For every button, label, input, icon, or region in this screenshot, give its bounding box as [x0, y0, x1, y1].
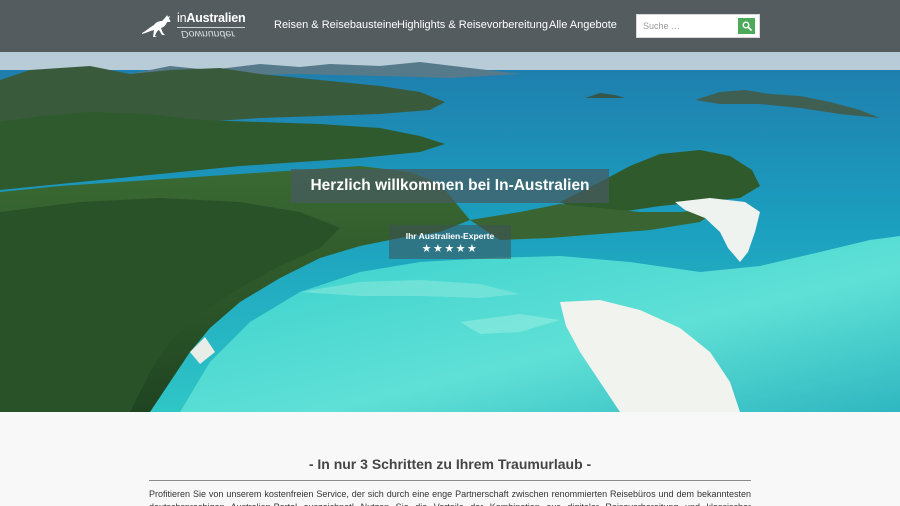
logo-reflection: Downunder: [181, 28, 235, 40]
logo-in: in: [177, 11, 187, 25]
hero-subtitle-box: Ihr Australien-Experte ★★★★★: [389, 225, 511, 259]
search-box: [636, 14, 760, 38]
logo-name: Australien: [186, 11, 246, 25]
search-icon: [742, 21, 752, 31]
hero-banner: Herzlich willkommen bei In-Australien Ih…: [0, 52, 900, 412]
search-button[interactable]: [738, 18, 755, 34]
site-header: inAustralien Downunder Reisen & Reisebau…: [0, 0, 900, 52]
section-divider: [149, 480, 751, 481]
hero-title: Herzlich willkommen bei In-Australien: [310, 177, 590, 194]
kangaroo-icon: [142, 15, 171, 37]
nav-item-angebote[interactable]: Alle Angebote: [549, 19, 617, 31]
hero-subtitle: Ihr Australien-Experte: [405, 231, 495, 241]
hero-title-box: Herzlich willkommen bei In-Australien: [291, 169, 609, 203]
section-title: - In nur 3 Schritten zu Ihrem Traumurlau…: [308, 456, 592, 472]
main-content: - In nur 3 Schritten zu Ihrem Traumurlau…: [0, 412, 900, 506]
nav-item-reisen[interactable]: Reisen & Reisebausteine: [274, 19, 398, 31]
site-logo[interactable]: inAustralien Downunder: [140, 10, 248, 42]
star-rating: ★★★★★: [421, 243, 479, 255]
search-input[interactable]: [643, 18, 738, 34]
nav-item-highlights[interactable]: Highlights & Reisevorbereitung: [397, 19, 548, 31]
logo-wordmark: inAustralien: [177, 11, 246, 25]
intro-paragraph: Profitieren Sie von unserem kostenfreien…: [149, 489, 751, 506]
